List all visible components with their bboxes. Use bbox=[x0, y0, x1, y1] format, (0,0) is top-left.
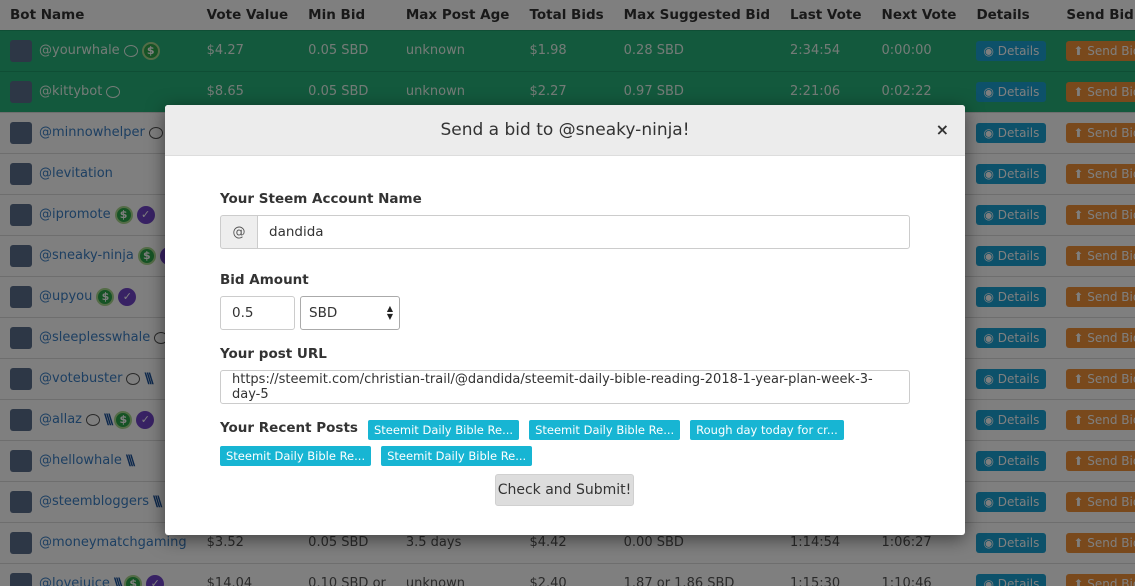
recent-post-tag[interactable]: Rough day today for cr... bbox=[690, 420, 844, 440]
close-icon[interactable]: × bbox=[936, 120, 949, 139]
bid-bot-page: Bot NameVote ValueMin BidMax Post AgeTot… bbox=[0, 0, 1135, 586]
account-input-group: @ bbox=[220, 215, 910, 249]
bid-amount-row: SBD ▲▼ bbox=[220, 296, 910, 330]
send-bid-modal: Send a bid to @sneaky-ninja! × Your Stee… bbox=[165, 105, 965, 535]
recent-post-tag[interactable]: Steemit Daily Bible Re... bbox=[220, 446, 372, 466]
recent-post-tag[interactable]: Steemit Daily Bible Re... bbox=[381, 446, 533, 466]
currency-selected: SBD bbox=[309, 305, 338, 321]
at-prefix: @ bbox=[220, 215, 257, 249]
recent-post-tag[interactable]: Steemit Daily Bible Re... bbox=[529, 420, 681, 440]
post-url-input[interactable]: https://steemit.com/christian-trail/@dan… bbox=[220, 370, 910, 404]
account-name-input[interactable] bbox=[257, 215, 910, 249]
recent-posts-label: Your Recent Posts bbox=[220, 420, 358, 436]
select-arrows-icon: ▲ ▼ bbox=[386, 304, 393, 321]
currency-select[interactable]: SBD ▲ ▼ bbox=[300, 296, 400, 330]
bid-form: Your Steem Account Name @ Bid Amount SBD… bbox=[220, 191, 910, 466]
bid-amount-input[interactable] bbox=[220, 296, 295, 330]
modal-title: Send a bid to @sneaky-ninja! bbox=[440, 120, 690, 140]
account-label: Your Steem Account Name bbox=[220, 191, 422, 207]
modal-header: Send a bid to @sneaky-ninja! × bbox=[165, 105, 965, 156]
recent-post-tag[interactable]: Steemit Daily Bible Re... bbox=[367, 420, 520, 440]
bid-amount-label: Bid Amount bbox=[220, 272, 309, 288]
recent-posts: Your Recent Posts Steemit Daily Bible Re… bbox=[220, 420, 910, 466]
post-url-label: Your post URL bbox=[220, 346, 327, 362]
check-and-submit-button[interactable]: Check and Submit! bbox=[495, 474, 634, 506]
